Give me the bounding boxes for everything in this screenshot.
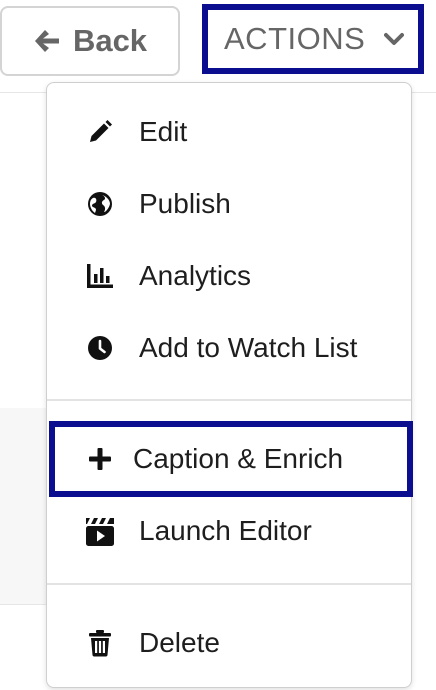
- trash-icon: [85, 628, 115, 658]
- clapperboard-icon: [85, 516, 115, 546]
- menu-item-delete[interactable]: Delete: [47, 607, 411, 679]
- menu-item-label: Analytics: [139, 260, 252, 291]
- menu-item-analytics[interactable]: Analytics: [47, 240, 411, 312]
- page-divider: [0, 604, 48, 605]
- menu-item-caption-enrich[interactable]: Caption & Enrich: [49, 421, 413, 497]
- menu-item-label: Launch Editor: [139, 515, 312, 546]
- menu-item-label: Publish: [139, 188, 231, 219]
- menu-item-publish[interactable]: Publish: [47, 168, 411, 240]
- menu-item-label: Caption & Enrich: [133, 443, 344, 474]
- back-button[interactable]: Back: [0, 6, 180, 76]
- actions-dropdown-button[interactable]: ACTIONS: [202, 4, 424, 74]
- plus-icon: [85, 444, 115, 474]
- menu-item-label: Edit: [139, 116, 188, 147]
- globe-icon: [85, 189, 115, 219]
- chevron-down-icon: [384, 32, 404, 46]
- clock-icon: [85, 333, 115, 363]
- bar-chart-icon: [85, 261, 115, 291]
- arrow-left-icon: [33, 27, 61, 55]
- menu-item-label: Delete: [139, 627, 220, 658]
- pencil-icon: [85, 117, 115, 147]
- actions-menu: Edit Publish Analytics Add to Watch List…: [46, 82, 413, 688]
- page-background-panel: [0, 408, 48, 604]
- menu-item-launch-editor[interactable]: Launch Editor: [47, 495, 411, 567]
- menu-divider: [47, 399, 411, 401]
- back-button-label: Back: [72, 23, 148, 58]
- menu-item-add-to-watch-list[interactable]: Add to Watch List: [47, 312, 411, 384]
- menu-divider: [47, 583, 411, 585]
- menu-item-label: Add to Watch List: [139, 332, 358, 363]
- menu-item-edit[interactable]: Edit: [47, 96, 411, 168]
- actions-button-label: ACTIONS: [224, 21, 366, 56]
